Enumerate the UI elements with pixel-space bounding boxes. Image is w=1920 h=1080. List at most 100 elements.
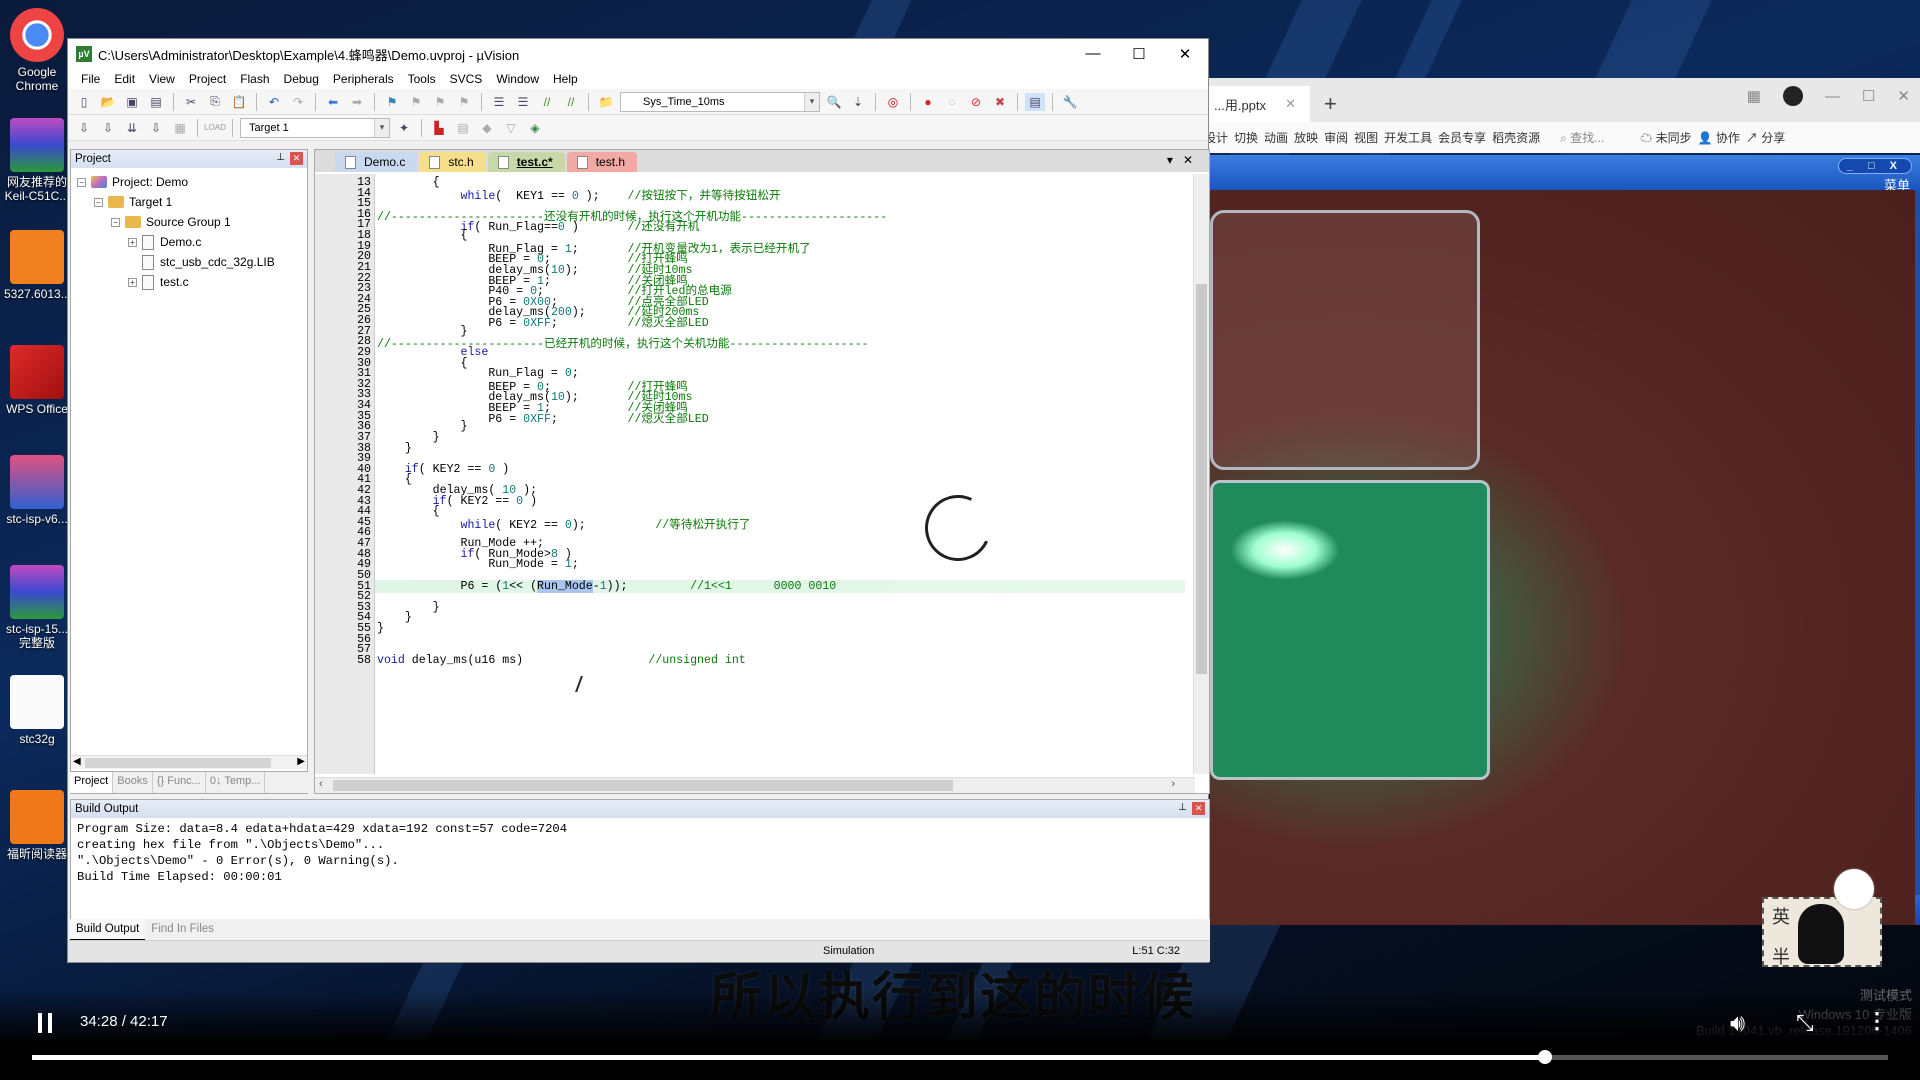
save-all-icon[interactable]: ▤ xyxy=(146,93,166,111)
code-line[interactable]: } xyxy=(377,622,384,635)
minimize-button[interactable]: — xyxy=(1070,45,1116,63)
tree-node[interactable]: + test.c xyxy=(71,272,307,292)
redo-icon[interactable]: ↷ xyxy=(288,93,308,111)
filter-icon[interactable]: ▽ xyxy=(501,119,521,137)
code-line[interactable]: } xyxy=(377,442,412,455)
tab-list-icon[interactable]: ▾ xyxy=(1167,153,1183,167)
code-line[interactable]: while( KEY2 == 0); //等待松开执行了 xyxy=(377,516,751,532)
ribbon-tab[interactable]: 视图 xyxy=(1354,129,1378,146)
search-input[interactable]: ⌕ 查找... xyxy=(1560,129,1604,146)
undo-icon[interactable]: ↶ xyxy=(264,93,284,111)
bookmark-icon[interactable]: ⚑ xyxy=(382,93,402,111)
build-icon[interactable]: ⇩ xyxy=(98,119,118,137)
debug-session-icon[interactable]: ◎ xyxy=(883,93,903,111)
avatar[interactable] xyxy=(1782,86,1803,106)
expand-icon[interactable]: + xyxy=(128,277,137,287)
nav-forward-icon[interactable]: ➡ xyxy=(347,93,367,111)
find-in-files-icon[interactable]: 📁 xyxy=(596,93,616,111)
menu-edit[interactable]: Edit xyxy=(107,72,142,86)
translate-icon[interactable]: ⇩ xyxy=(74,119,94,137)
video-progress-bar[interactable] xyxy=(32,1050,1888,1064)
pause-button[interactable] xyxy=(38,1013,52,1033)
menu-tools[interactable]: Tools xyxy=(401,72,443,86)
project-pane-tab[interactable]: 0↓ Temp... xyxy=(206,772,266,793)
apps-grid-icon[interactable]: ▦ xyxy=(1747,87,1761,105)
desktop-icon[interactable]: 5327.6013... xyxy=(4,230,71,301)
horizontal-scrollbar[interactable]: ◀ ▶ xyxy=(71,755,307,769)
project-pane-tab[interactable]: {} Func... xyxy=(153,772,206,793)
ribbon-tab[interactable]: 放映 xyxy=(1294,129,1318,146)
code-editor[interactable]: Demo.c stc.h test.c* test.h ▾✕ 13 {14 while(… xyxy=(314,149,1210,794)
chevron-down-icon[interactable]: ▾ xyxy=(374,118,389,137)
menu-debug[interactable]: Debug xyxy=(277,72,326,86)
menu-svcs[interactable]: SVCS xyxy=(443,72,490,86)
target-combo[interactable]: Target 1 ▾ xyxy=(240,117,390,138)
sync-button[interactable]: ☁ 未同步 xyxy=(1640,129,1691,146)
code-line[interactable]: P6 = (1<< (Run_Mode-1)); //1<<1 0000 001… xyxy=(375,579,1185,593)
open-folder-icon[interactable]: 📂 xyxy=(98,93,118,111)
close-icon[interactable]: ✕ xyxy=(1183,153,1203,167)
download-load-icon[interactable]: LOAD xyxy=(204,119,226,137)
configure-icon[interactable]: 🔧 xyxy=(1060,93,1080,111)
window-layout-icon[interactable]: ▤ xyxy=(1025,92,1045,111)
ribbon-tab[interactable]: 审阅 xyxy=(1324,129,1348,146)
window-controls[interactable]: _ □ X xyxy=(1837,158,1912,174)
batch-build-icon[interactable]: ⇩ xyxy=(146,119,166,137)
close-button[interactable]: ✕ xyxy=(1162,45,1208,63)
close-icon[interactable]: ✕ xyxy=(290,152,303,165)
editor-tab[interactable]: Demo.c xyxy=(335,152,418,172)
new-file-icon[interactable]: ▯ xyxy=(74,93,94,111)
incremental-find-icon[interactable]: ⇣ xyxy=(848,93,868,111)
minimize-button[interactable]: — xyxy=(1825,88,1840,105)
next-bookmark-icon[interactable]: ⚑ xyxy=(430,93,450,111)
desktop-icon[interactable]: stc-isp-15... 完整版 xyxy=(4,565,70,650)
desktop-icon[interactable]: WPS Office xyxy=(4,345,70,416)
pin-icon[interactable]: ⊥ xyxy=(1178,802,1187,813)
code-line[interactable]: void delay_ms(u16 ms) //unsigned int xyxy=(377,654,746,667)
desktop-icon[interactable]: 福昕阅读器 xyxy=(4,790,70,861)
target-options-icon[interactable]: ✦ xyxy=(394,119,414,137)
ribbon-tab[interactable]: 开发工具 xyxy=(1384,129,1432,146)
code-line[interactable]: Run_Mode = 1; xyxy=(377,558,578,571)
build-pane-tab[interactable]: Find In Files xyxy=(145,919,220,941)
ribbon-tab[interactable]: 切换 xyxy=(1234,129,1258,146)
paste-icon[interactable]: 📋 xyxy=(229,93,249,111)
tree-node[interactable]: − Source Group 1 xyxy=(71,212,307,232)
tree-node[interactable]: − Target 1 xyxy=(71,192,307,212)
ribbon-tab[interactable]: 稻壳资源 xyxy=(1492,129,1540,146)
collab-button[interactable]: 👤 协作 xyxy=(1698,129,1740,146)
clear-bookmarks-icon[interactable]: ⚑ xyxy=(454,93,474,111)
editor-tab[interactable]: test.h xyxy=(566,152,638,172)
comment-icon[interactable]: // xyxy=(537,93,557,111)
nav-back-icon[interactable]: ⬅ xyxy=(323,93,343,111)
close-icon[interactable]: ✕ xyxy=(1285,96,1296,112)
build-pane-tab[interactable]: Build Output xyxy=(70,919,146,941)
desktop-icon[interactable]: Google Chrome xyxy=(4,8,70,93)
collapse-icon[interactable]: − xyxy=(77,177,86,187)
tree-node[interactable]: − Project: Demo xyxy=(71,172,307,192)
save-icon[interactable]: ▣ xyxy=(122,93,142,111)
collapse-icon[interactable]: − xyxy=(111,217,120,227)
collapse-icon[interactable] xyxy=(128,258,137,267)
horizontal-scrollbar[interactable]: ‹ › xyxy=(315,777,1195,793)
uncomment-icon[interactable]: // xyxy=(561,93,581,111)
pack-installer-icon[interactable]: ◈ xyxy=(525,119,545,137)
new-tab-button[interactable]: + xyxy=(1324,86,1337,122)
ime-sticker[interactable]: 英 半 xyxy=(1762,869,1882,967)
disable-breakpoint-icon[interactable]: ○ xyxy=(942,93,962,111)
indent-icon[interactable]: ☰ xyxy=(489,93,509,111)
menu-window[interactable]: Window xyxy=(489,72,546,86)
ribbon-tab[interactable]: 动画 xyxy=(1264,129,1288,146)
close-button[interactable]: ✕ xyxy=(1897,87,1910,105)
select-packs-icon[interactable]: ▤ xyxy=(453,119,473,137)
desktop-icon[interactable]: stc-isp-v6... xyxy=(4,455,70,526)
function-combo[interactable]: Sys_Time_10ms ▾ xyxy=(620,91,820,112)
project-pane-tab[interactable]: Project xyxy=(70,772,114,793)
find-icon[interactable]: 🔍 xyxy=(824,93,844,111)
menu-project[interactable]: Project xyxy=(182,72,233,86)
menu-peripherals[interactable]: Peripherals xyxy=(326,72,401,86)
project-pane-tab[interactable]: Books xyxy=(113,772,153,793)
more-options-icon[interactable]: ⋮ xyxy=(1866,1008,1888,1034)
editor-tab[interactable]: test.c* xyxy=(487,152,565,172)
chevron-down-icon[interactable]: ▾ xyxy=(804,92,819,111)
